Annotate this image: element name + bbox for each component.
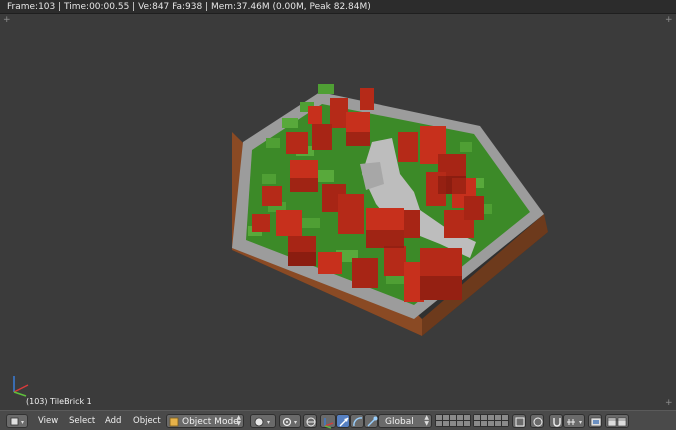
layer-lock-icon [515,417,525,427]
move-arrow-icon [339,417,349,427]
layer-toggle[interactable] [495,415,501,420]
transform-scale-button[interactable] [364,414,378,428]
manipulator-toggle[interactable] [303,414,317,428]
layer-toggle[interactable] [464,421,470,426]
area-split-icon[interactable]: + [3,16,11,25]
pivot-icon [282,417,297,427]
viewport-header: View Select Add Object Object Mode ▲ ▼ G… [0,410,676,430]
layer-toggle[interactable] [495,421,501,426]
info-bar: Frame:103 | Time:00:00.55 | Ve:847 Fa:93… [0,0,676,14]
viewport-shading-button[interactable] [250,414,276,428]
menu-add[interactable]: Add [104,414,122,428]
axes-gizmo-icon [13,376,29,397]
layer-toggle[interactable] [436,421,442,426]
layer-toggle[interactable] [502,421,508,426]
layer-toggle[interactable] [474,421,480,426]
layer-toggle[interactable] [474,415,480,420]
layer-toggle[interactable] [488,415,494,420]
menu-select[interactable]: Select [68,414,96,428]
snap-element-button[interactable] [563,414,585,428]
transform-orientation-selector[interactable]: Global ▲ ▼ [378,414,432,428]
axis-translate-icon [324,418,334,429]
updown-arrows-icon: ▲ ▼ [236,414,241,427]
area-split-icon[interactable]: + [665,399,673,408]
editor-type-button[interactable] [6,414,28,428]
cube-icon [10,417,24,426]
transform-rotate-button[interactable] [350,414,364,428]
area-split-icon[interactable]: + [665,16,673,25]
opengl-render-button[interactable] [588,414,602,428]
snap-toggle-button[interactable] [549,414,563,428]
layer-toggle[interactable] [450,415,456,420]
proportional-edit-icon [533,417,543,427]
layers-group-2[interactable] [473,414,509,428]
magnet-icon [553,418,561,427]
blender-window: Frame:103 | Time:00:00.55 | Ve:847 Fa:93… [0,0,676,430]
proportional-edit-button[interactable] [530,414,544,428]
3d-viewport[interactable]: + + + (103) TileBrick 1 [0,14,676,410]
mode-selector[interactable]: Object Mode ▲ ▼ [166,414,244,428]
shading-sphere-icon [254,417,270,427]
pivot-point-button[interactable] [279,414,301,428]
layers-group-1[interactable] [435,414,471,428]
render-stats-text: Frame:103 | Time:00:00.55 | Ve:847 Fa:93… [7,2,371,12]
layer-toggle[interactable] [481,421,487,426]
menu-view[interactable]: View [37,414,59,428]
menu-object[interactable]: Object [132,414,162,428]
mode-selector-label: Object Mode [182,417,239,427]
updown-arrows-icon: ▲ ▼ [424,414,429,427]
layer-toggle[interactable] [457,415,463,420]
render-image-icon [590,417,602,427]
rotate-arc-icon [353,417,363,427]
orientation-label: Global [385,417,414,427]
layer-toggle[interactable] [488,421,494,426]
transform-translate-button[interactable] [320,414,336,429]
render-animation-icon [607,417,627,427]
scene-render [232,84,548,336]
layer-toggle[interactable] [436,415,442,420]
layer-toggle[interactable] [443,421,449,426]
snap-increment-icon [567,419,582,425]
layer-toggle[interactable] [502,415,508,420]
layer-toggle[interactable] [464,415,470,420]
manipulator-icon [306,417,316,427]
opengl-animation-button[interactable] [605,414,629,428]
scale-icon [367,416,378,427]
layer-toggle[interactable] [457,421,463,426]
layer-toggle[interactable] [481,415,487,420]
layer-toggle[interactable] [450,421,456,426]
layer-toggle[interactable] [443,415,449,420]
active-object-label: (103) TileBrick 1 [26,397,92,406]
layer-lock-button[interactable] [512,414,526,428]
object-mode-icon [169,417,179,427]
transform-move-button[interactable] [336,414,350,428]
